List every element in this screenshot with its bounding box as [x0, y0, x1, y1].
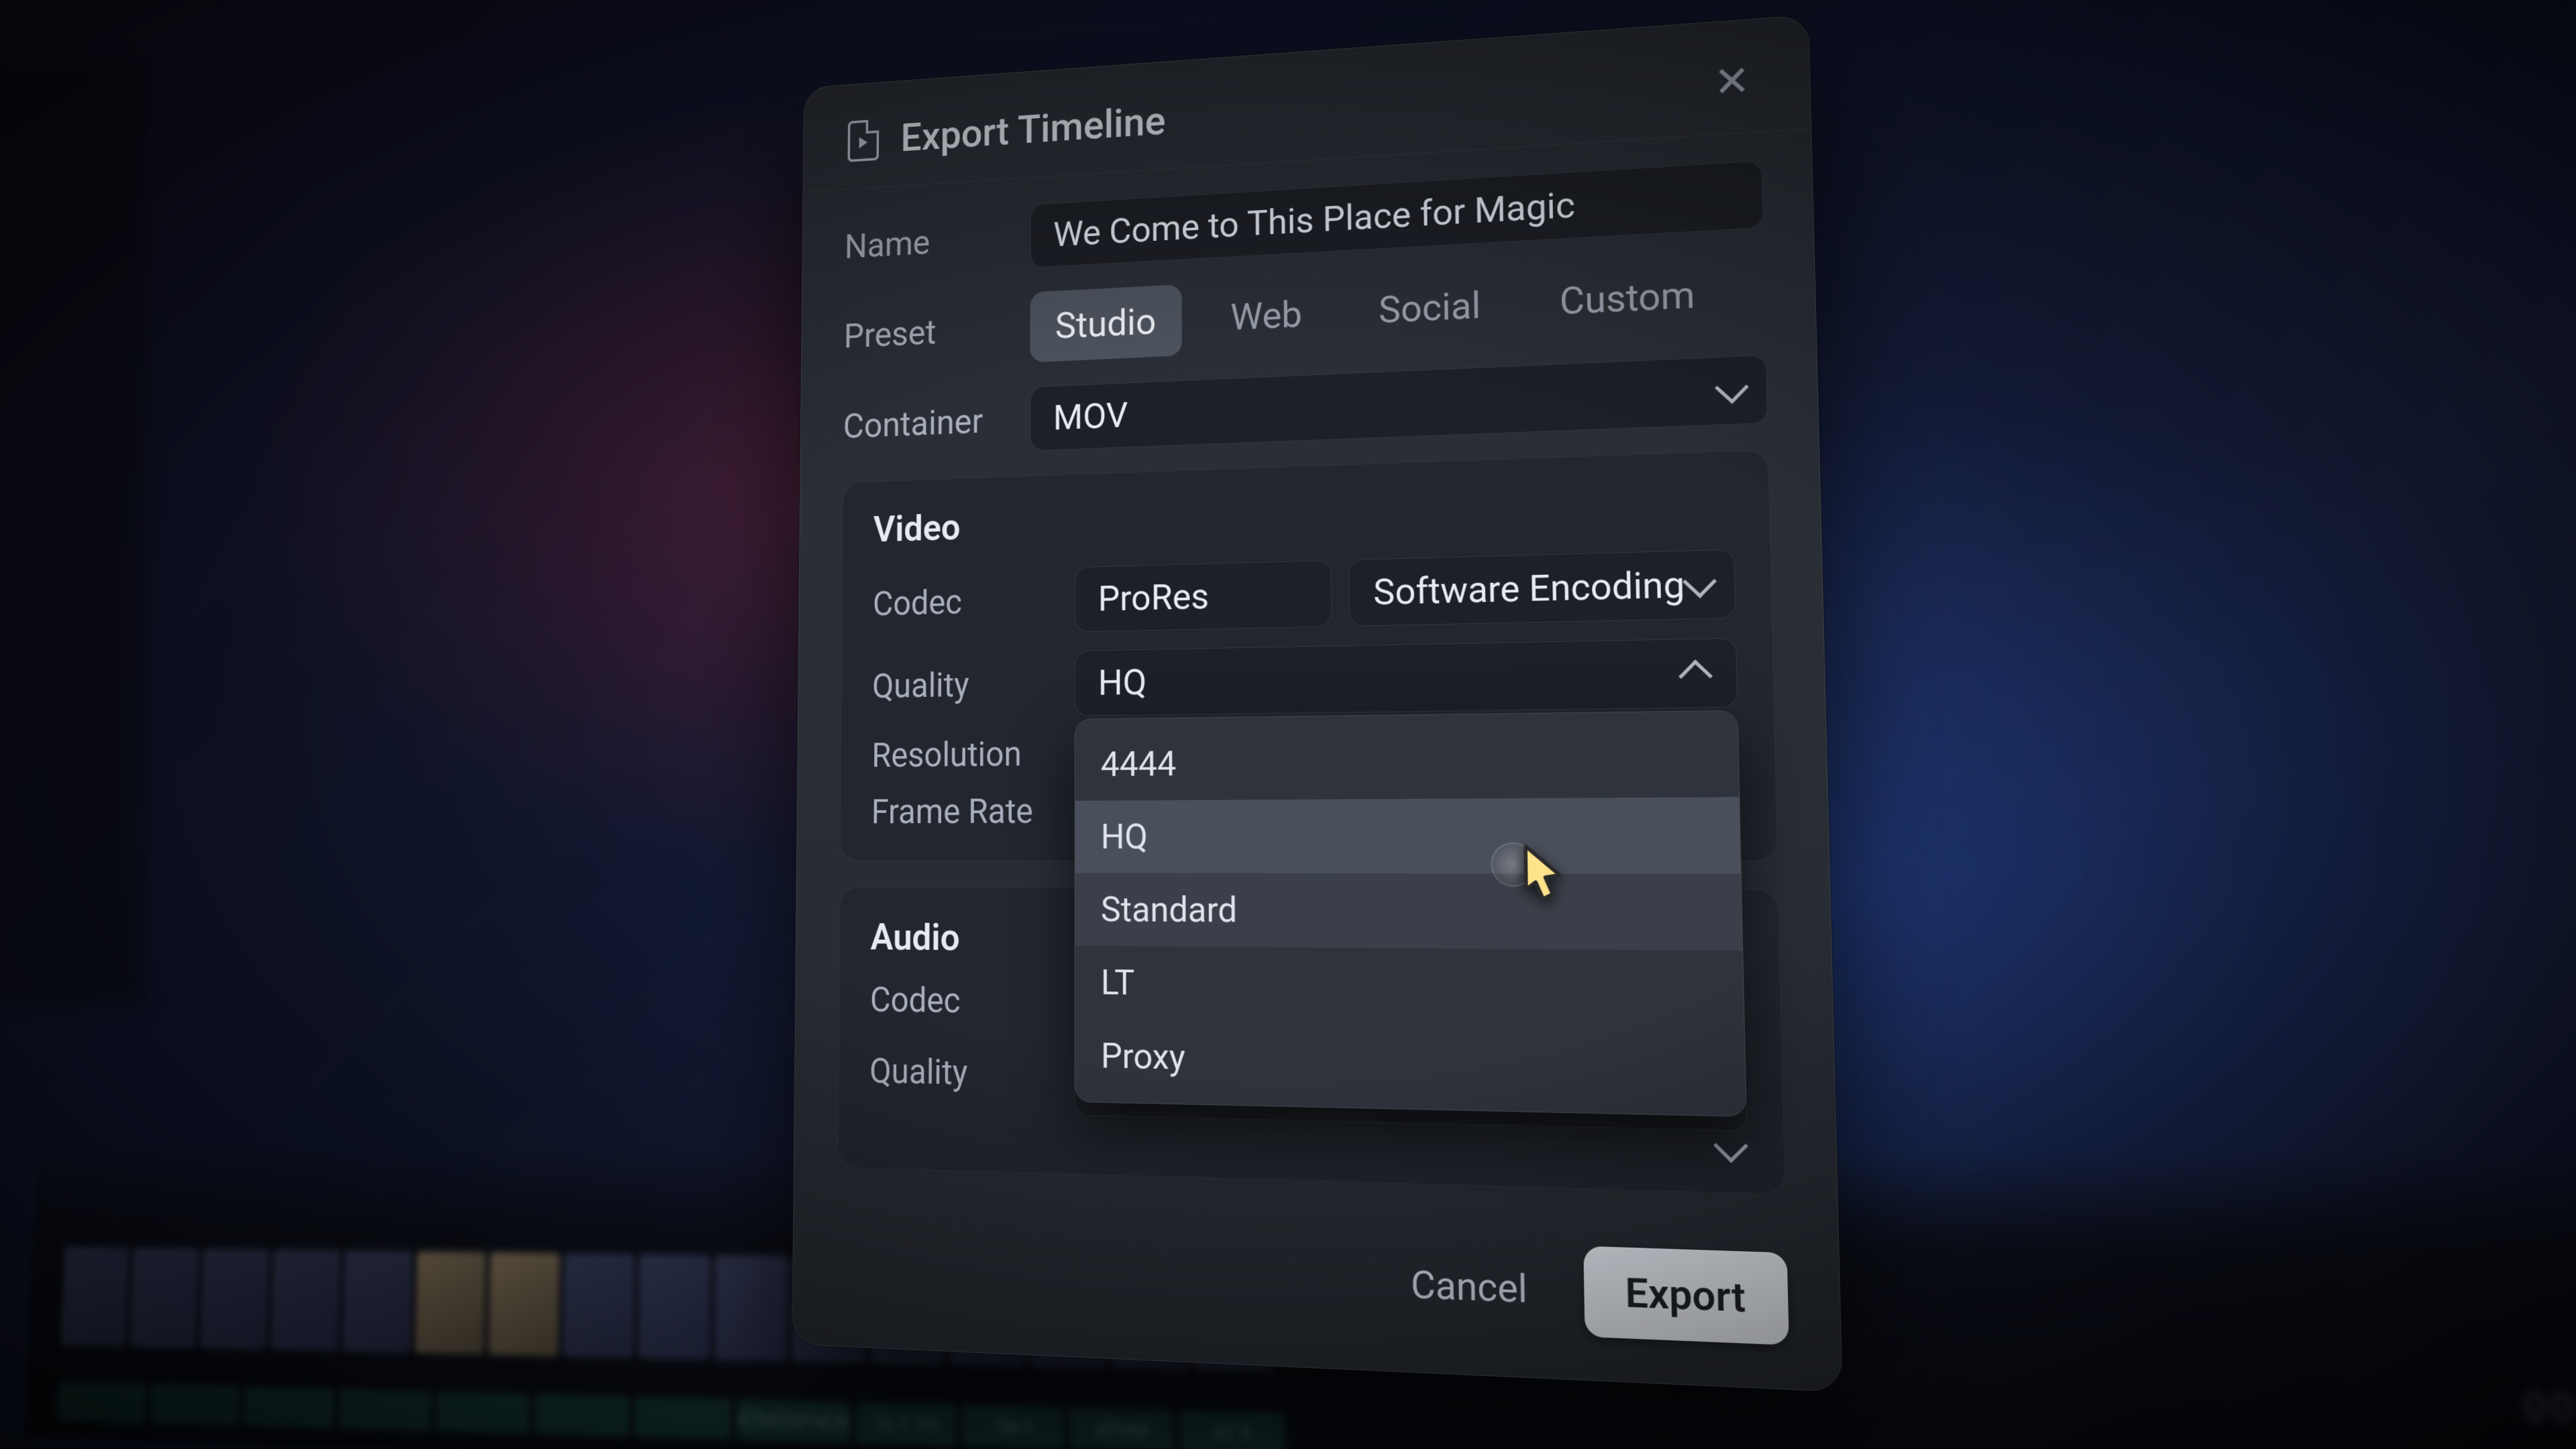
video-quality-label: Quality	[872, 664, 1046, 705]
video-encoding-value: Software Encoding	[1373, 563, 1685, 613]
timeline-thumb	[415, 1251, 486, 1354]
export-button[interactable]: Export	[1583, 1246, 1789, 1345]
chevron-up-icon	[1678, 659, 1713, 693]
timeline-thumb	[130, 1248, 199, 1348]
video-section: Video Codec ProRes Software Encoding	[840, 449, 1778, 861]
video-codec-label: Codec	[873, 581, 1046, 623]
file-video-icon	[848, 119, 879, 162]
preset-label: Preset	[844, 309, 1003, 356]
timeline-thumb	[270, 1249, 340, 1351]
track-label: 1N-1	[963, 1405, 1064, 1449]
export-dialog: Export Timeline ✕ Name We Come to This P…	[792, 14, 1843, 1392]
close-icon: ✕	[1713, 60, 1751, 105]
track-label	[635, 1397, 731, 1439]
video-codec-select[interactable]: ProRes	[1075, 560, 1332, 633]
container-label: Container	[843, 400, 1003, 445]
quality-option-proxy[interactable]: Proxy	[1075, 1018, 1746, 1106]
track-label: ATMOSPHERI	[737, 1399, 851, 1442]
container-select[interactable]: MOV	[1030, 355, 1768, 451]
audio-codec-label: Codec	[870, 981, 1046, 1022]
video-encoding-select[interactable]: Software Encoding	[1348, 549, 1736, 626]
track-label	[244, 1387, 334, 1428]
preset-segmented: Studio Web Social Custom	[1030, 254, 1766, 362]
track-label	[535, 1395, 629, 1436]
timeline-thumb	[714, 1255, 788, 1361]
audio-section-title: Audio	[870, 916, 1743, 966]
quality-option-lt[interactable]: LT	[1075, 946, 1744, 1028]
preset-web[interactable]: Web	[1205, 276, 1329, 354]
video-codec-value: ProRes	[1098, 576, 1210, 620]
name-label: Name	[845, 218, 1004, 266]
video-quality-select[interactable]: HQ	[1075, 638, 1738, 716]
track-label: ATHM	[1070, 1408, 1173, 1449]
timeline-thumb	[563, 1253, 635, 1358]
track-label	[436, 1392, 529, 1434]
audio-bitrate-select[interactable]: 192 kbps	[1075, 1048, 1748, 1131]
track-label: AT X	[1179, 1411, 1285, 1449]
name-input-value: We Come to This Place for Magic	[1053, 184, 1575, 255]
video-section-title: Video	[873, 482, 1734, 551]
video-quality-value: HQ	[1098, 661, 1146, 704]
audio-quality-label: Quality	[869, 1052, 1046, 1095]
video-quality-dropdown: 4444 HQ Standard LT Proxy	[1075, 710, 1747, 1117]
close-button[interactable]: ✕	[1707, 56, 1758, 108]
preset-social[interactable]: Social	[1352, 267, 1508, 347]
audio-section: Audio Codec Quality 192 kbps	[837, 887, 1786, 1195]
timeline-thumb	[61, 1246, 129, 1346]
name-input[interactable]: We Come to This Place for Magic	[1030, 160, 1764, 268]
quality-option-4444[interactable]: 4444	[1075, 720, 1739, 800]
chevron-down-icon	[1715, 371, 1749, 404]
chevron-down-icon[interactable]	[1713, 1128, 1748, 1163]
track-label	[339, 1389, 431, 1430]
timeline-thumb	[342, 1250, 413, 1353]
video-framerate-label: Frame Rate	[871, 792, 1046, 832]
track-label: 1L-1 TH	[857, 1403, 956, 1446]
preset-custom[interactable]: Custom	[1532, 256, 1723, 339]
video-resolution-label: Resolution	[871, 735, 1046, 775]
cancel-button[interactable]: Cancel	[1390, 1246, 1549, 1328]
timeline-thumb	[488, 1252, 559, 1356]
quality-option-standard[interactable]: Standard	[1075, 873, 1743, 951]
timeline-thumb	[638, 1254, 710, 1360]
track-label	[58, 1383, 146, 1422]
quality-option-hq[interactable]: HQ	[1075, 797, 1741, 873]
dialog-title: Export Timeline	[900, 97, 1165, 160]
chevron-down-icon	[1682, 565, 1717, 598]
timeline-thumb	[200, 1248, 269, 1350]
container-value: MOV	[1053, 394, 1128, 438]
track-label	[150, 1385, 239, 1425]
timeline-timecode: 00:00:30:00	[2522, 1383, 2576, 1436]
preset-studio[interactable]: Studio	[1030, 284, 1182, 363]
